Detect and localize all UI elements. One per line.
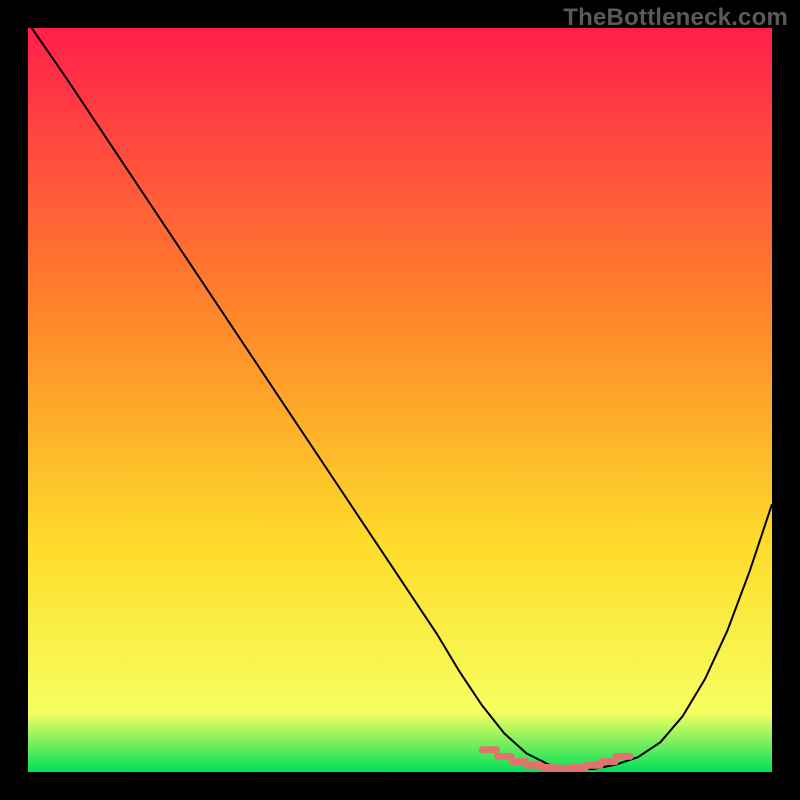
watermark-label: TheBottleneck.com xyxy=(563,4,788,32)
gradient-background xyxy=(28,28,772,772)
chart-container: TheBottleneck.com xyxy=(0,0,800,800)
plot-area xyxy=(28,28,772,772)
chart-svg xyxy=(28,28,772,772)
